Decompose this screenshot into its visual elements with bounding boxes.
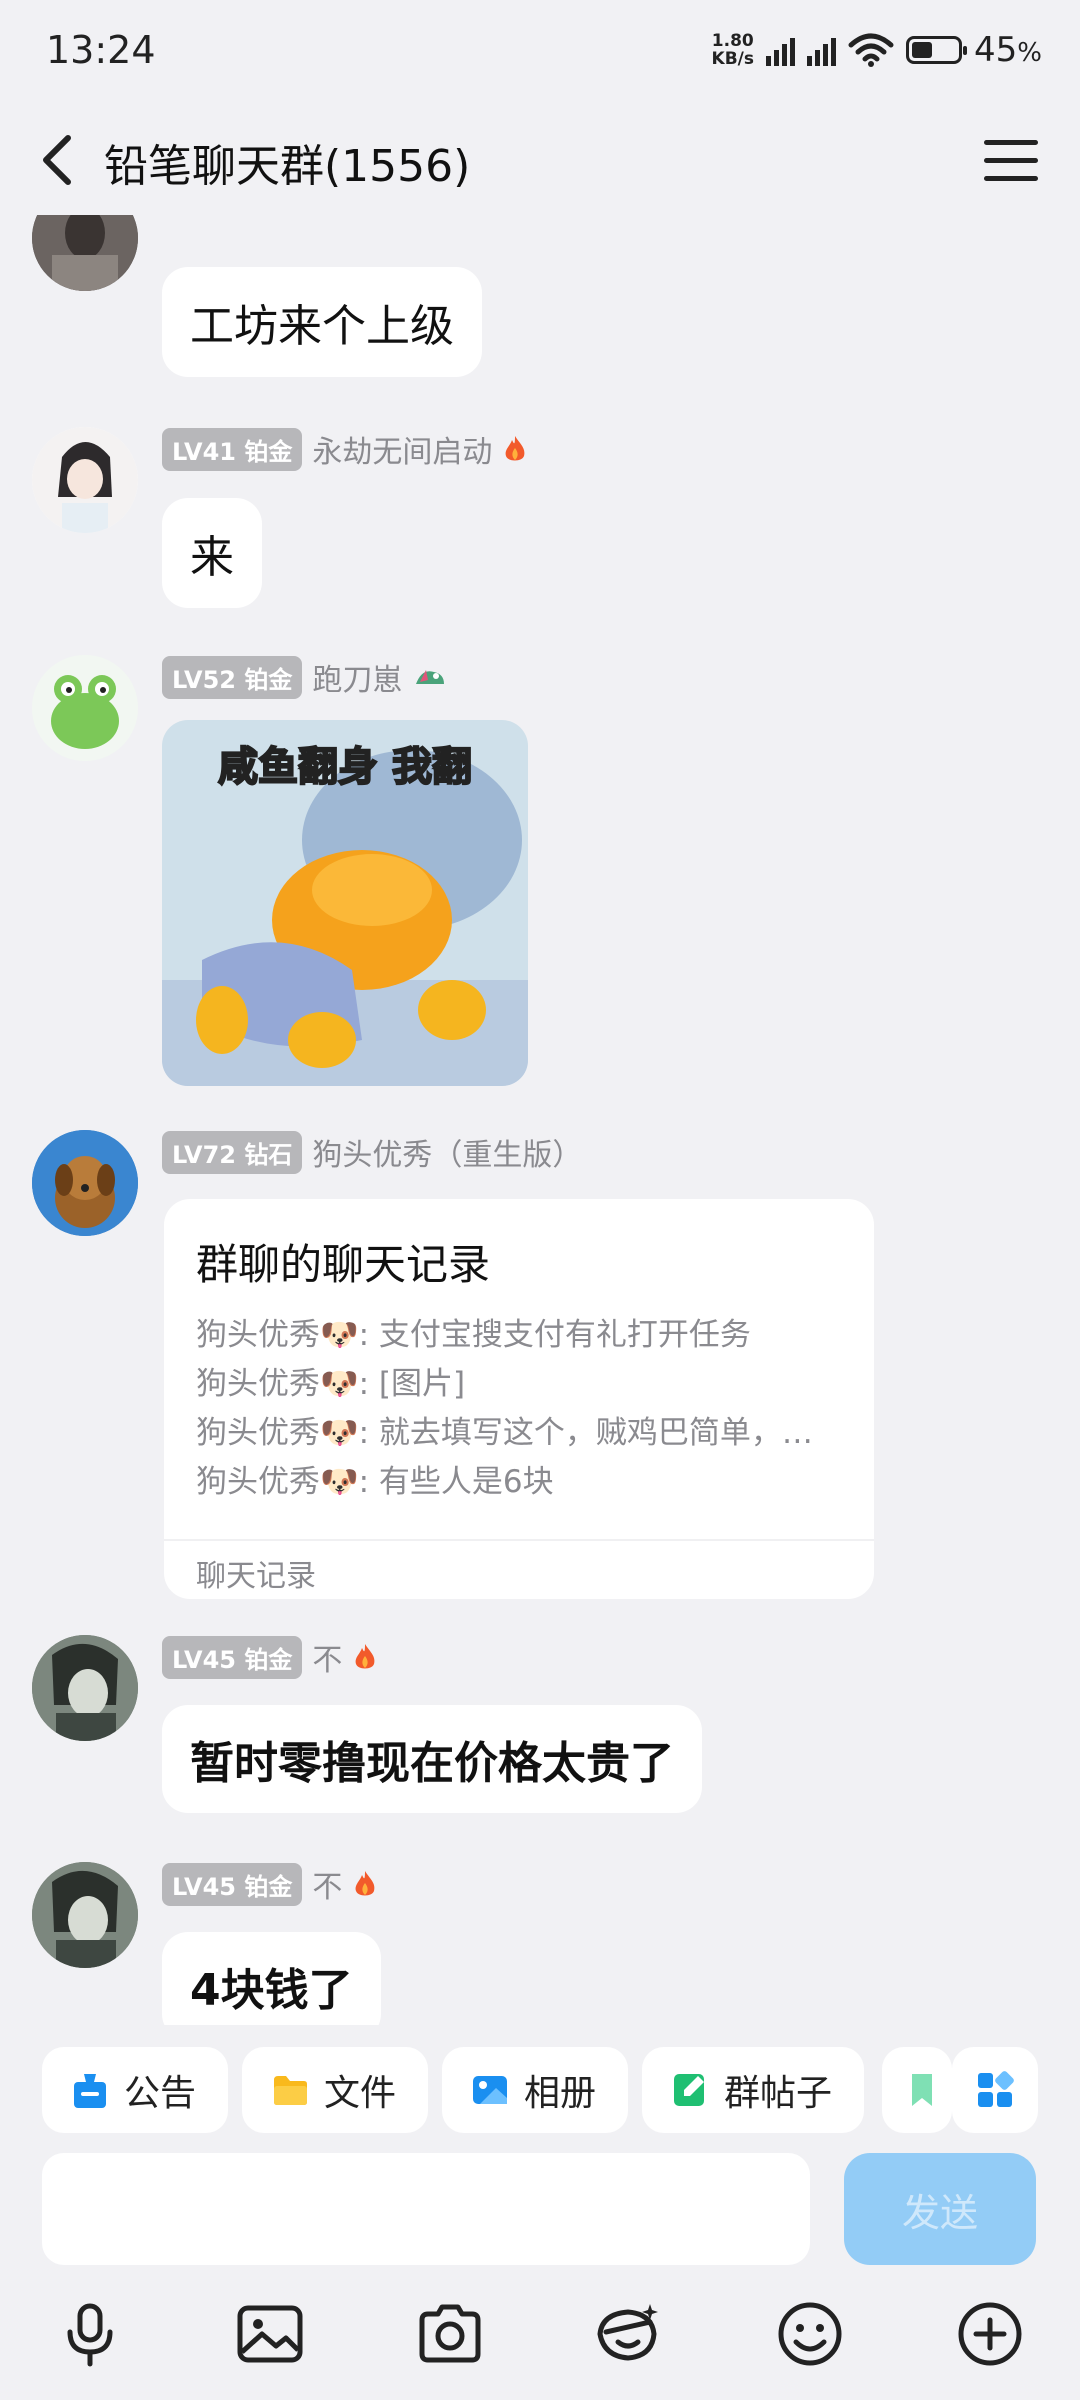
- wifi-icon: [848, 33, 894, 67]
- flame-icon: [355, 1644, 375, 1669]
- image-icon: [237, 2305, 303, 2363]
- message-list[interactable]: 工坊来个上级 LV41 铂金 永劫无间启动 来 LV52 铂金 跑刀崽 咸鱼翻身…: [0, 215, 1080, 2025]
- card-footer: 聊天记录: [164, 1539, 874, 1599]
- level-badge: LV45 铂金: [162, 1635, 303, 1679]
- sender-name[interactable]: 狗头优秀（重生版）: [312, 1130, 582, 1174]
- avatar[interactable]: [32, 1130, 138, 1236]
- sender-name[interactable]: 永劫无间启动: [312, 427, 492, 471]
- files-button[interactable]: 文件: [242, 2047, 428, 2133]
- flame-icon: [505, 436, 525, 461]
- message-input[interactable]: [42, 2153, 810, 2265]
- level-badge: LV41 铂金: [162, 427, 303, 471]
- announcement-icon: [74, 2074, 106, 2108]
- emoji-icon: [778, 2302, 842, 2366]
- shortcut-label: 文件: [324, 2073, 397, 2114]
- sender-name[interactable]: 不: [312, 1635, 342, 1679]
- send-button[interactable]: 发送: [844, 2153, 1036, 2265]
- more-shortcut-partial[interactable]: [882, 2047, 952, 2133]
- message-meta: LV52 铂金 跑刀崽: [162, 655, 448, 699]
- card-title: 群聊的聊天记录: [196, 1240, 491, 1289]
- flame-icon: [355, 1871, 375, 1896]
- message-bubble[interactable]: 暂时零撸现在价格太贵了: [162, 1705, 702, 1813]
- level-badge: LV72 钻石: [162, 1130, 303, 1174]
- message-bubble[interactable]: 工坊来个上级: [162, 267, 482, 377]
- battery-icon: [906, 36, 968, 64]
- card-line: 狗头优秀🐶: [图片]: [196, 1366, 466, 1402]
- card-line: 狗头优秀🐶: 就去填写这个，贼鸡巴简单，…: [196, 1415, 813, 1451]
- apps-icon: [978, 2071, 1014, 2107]
- message-meta: LV41 铂金 永劫无间启动: [162, 427, 528, 471]
- page-title: 铅笔聊天群(1556): [104, 141, 471, 192]
- status-time: 13:24: [46, 28, 156, 72]
- message-meta: LV45 铂金 不: [162, 1862, 378, 1906]
- more-button[interactable]: [954, 2298, 1026, 2370]
- input-toolbar: [0, 2270, 1080, 2400]
- chevron-left-icon: [43, 135, 71, 185]
- sticker-image[interactable]: 咸鱼翻身 我翻: [162, 720, 528, 1086]
- shortcut-label: 群帖子: [724, 2073, 833, 2114]
- camera-button[interactable]: [414, 2298, 486, 2370]
- album-icon: [473, 2076, 507, 2104]
- album-button[interactable]: 相册: [442, 2047, 628, 2133]
- avatar[interactable]: [32, 1635, 138, 1741]
- voice-button[interactable]: [54, 2298, 126, 2370]
- post-icon: [674, 2074, 704, 2106]
- card-line: 狗头优秀🐶: 有些人是6块: [196, 1464, 554, 1500]
- message-bubble[interactable]: 4块钱了: [162, 1932, 381, 2025]
- sender-name[interactable]: 不: [312, 1862, 342, 1906]
- folder-icon: [274, 2076, 307, 2105]
- sender-name[interactable]: 跑刀崽: [312, 655, 402, 699]
- apps-button[interactable]: [952, 2047, 1038, 2133]
- cell-signal-icon: [766, 34, 796, 66]
- level-badge: LV45 铂金: [162, 1862, 303, 1906]
- plus-icon: [958, 2302, 1022, 2366]
- avatar[interactable]: [32, 1862, 138, 1968]
- message-meta: LV72 钻石 狗头优秀（重生版）: [162, 1130, 582, 1174]
- shortcut-label: 相册: [524, 2073, 597, 2114]
- level-badge: LV52 铂金: [162, 655, 303, 699]
- dragon-icon: [416, 670, 445, 684]
- cell-signal-2-icon: [807, 34, 837, 66]
- card-line: 狗头优秀🐶: 支付宝搜支付有礼打开任务: [196, 1317, 751, 1353]
- menu-button[interactable]: [984, 140, 1038, 184]
- camera-icon: [419, 2304, 481, 2363]
- network-speed: 1.80 KB/s: [711, 31, 755, 69]
- sticker-icon: [597, 2304, 658, 2361]
- avatar[interactable]: [32, 427, 138, 533]
- avatar[interactable]: [32, 215, 138, 291]
- emoji-button[interactable]: [774, 2298, 846, 2370]
- message-meta: LV45 铂金 不: [162, 1635, 378, 1679]
- status-bar: 13:24 1.80 KB/s 45%: [0, 0, 1080, 100]
- back-button[interactable]: [30, 128, 90, 192]
- gallery-button[interactable]: [234, 2298, 306, 2370]
- message-bubble[interactable]: 来: [162, 498, 262, 608]
- sticker-caption: 咸鱼翻身 我翻: [217, 743, 473, 791]
- compose-row: 发送: [0, 2150, 1080, 2270]
- status-icons: 1.80 KB/s 45%: [712, 30, 1042, 70]
- microphone-icon: [67, 2303, 113, 2367]
- battery-percent: 45%: [974, 30, 1042, 70]
- chat-header: 铅笔聊天群(1556): [0, 100, 1080, 220]
- group-posts-button[interactable]: 群帖子: [642, 2047, 864, 2133]
- card-preview-lines: 狗头优秀🐶: 支付宝搜支付有礼打开任务 狗头优秀🐶: [图片] 狗头优秀🐶: 就…: [196, 1311, 836, 1507]
- forwarded-chat-card[interactable]: 群聊的聊天记录 狗头优秀🐶: 支付宝搜支付有礼打开任务 狗头优秀🐶: [图片] …: [164, 1199, 874, 1599]
- avatar[interactable]: [32, 655, 138, 761]
- bookmark-icon: [912, 2074, 932, 2106]
- sticker-button[interactable]: [592, 2298, 664, 2370]
- shortcut-label: 公告: [124, 2073, 197, 2114]
- announcement-button[interactable]: 公告: [42, 2047, 228, 2133]
